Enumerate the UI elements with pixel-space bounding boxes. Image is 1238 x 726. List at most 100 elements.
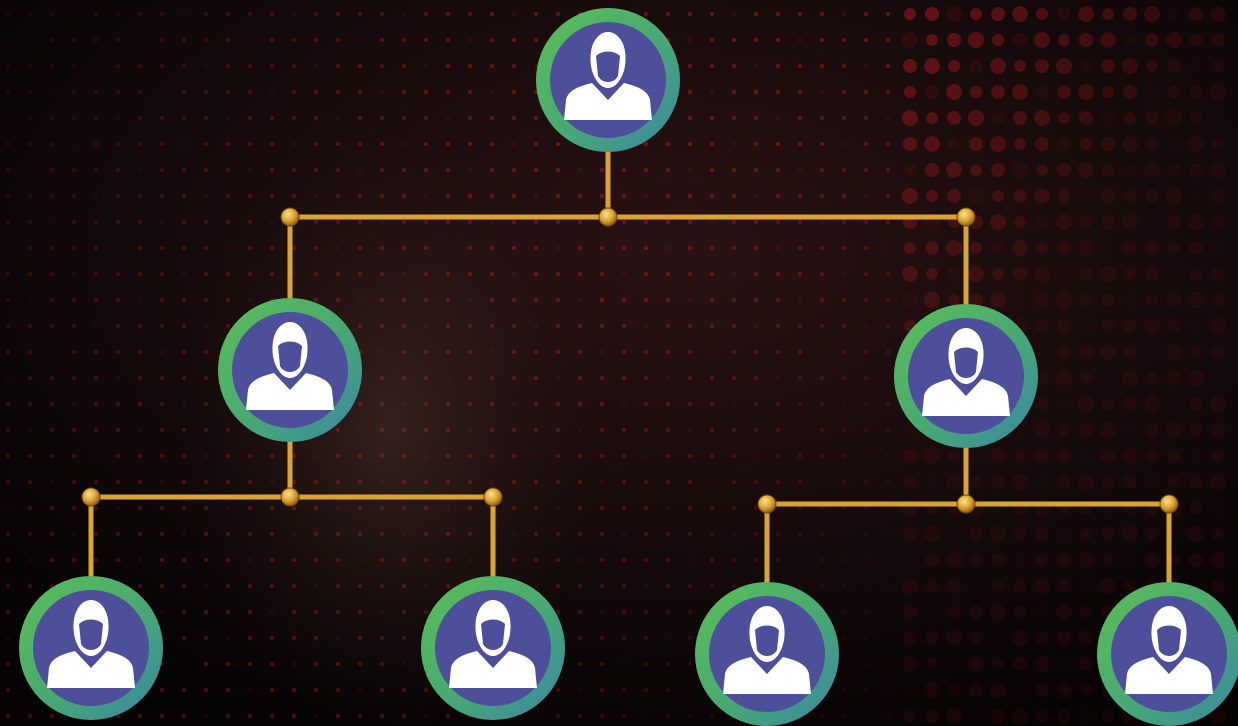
- led-dot: [247, 11, 253, 17]
- led-dot: [533, 115, 539, 121]
- led-dot: [687, 479, 693, 485]
- led-dot: [137, 141, 143, 147]
- led-dot: [313, 141, 319, 147]
- led-dot: [1123, 397, 1137, 411]
- led-dot: [731, 349, 737, 355]
- led-dot: [1211, 423, 1225, 437]
- led-dot: [423, 115, 429, 121]
- led-dot: [687, 11, 693, 17]
- led-dot: [27, 323, 33, 329]
- led-dot: [1211, 267, 1225, 281]
- led-dot: [269, 37, 275, 43]
- led-dot: [49, 349, 55, 355]
- led-dot: [902, 110, 918, 126]
- led-dot: [115, 479, 121, 485]
- led-dot: [467, 141, 473, 147]
- led-dot: [203, 193, 209, 199]
- led-dot: [511, 37, 517, 43]
- led-dot: [225, 167, 231, 173]
- led-dot: [885, 63, 891, 69]
- led-dot: [970, 554, 982, 566]
- led-dot: [643, 375, 649, 381]
- led-dot: [1189, 163, 1203, 177]
- led-dot: [533, 141, 539, 147]
- led-dot: [665, 479, 671, 485]
- led-dot: [159, 193, 165, 199]
- led-dot: [291, 115, 297, 121]
- led-dot: [643, 531, 649, 537]
- led-dot: [842, 532, 846, 536]
- led-dot: [1124, 346, 1136, 358]
- led-dot: [1210, 474, 1226, 490]
- led-dot: [886, 636, 890, 640]
- led-dot: [1056, 136, 1072, 152]
- led-dot: [49, 531, 55, 537]
- led-dot: [863, 427, 869, 433]
- led-dot: [1056, 58, 1072, 74]
- led-dot: [643, 609, 649, 615]
- led-dot: [665, 297, 671, 303]
- led-dot: [1014, 528, 1026, 540]
- led-dot: [863, 37, 869, 43]
- led-dot: [1122, 214, 1138, 230]
- led-dot: [313, 37, 319, 43]
- led-dot: [819, 401, 825, 407]
- led-dot: [313, 713, 319, 719]
- led-dot: [621, 297, 627, 303]
- led-dot: [269, 141, 275, 147]
- led-dot: [1013, 267, 1027, 281]
- led-dot: [621, 349, 627, 355]
- led-dot: [1211, 579, 1225, 593]
- led-dot: [709, 245, 715, 251]
- led-dot: [49, 557, 55, 563]
- led-dot: [313, 115, 319, 121]
- led-dot: [946, 474, 962, 490]
- led-dot: [797, 583, 803, 589]
- led-dot: [445, 37, 451, 43]
- led-dot: [225, 687, 231, 693]
- led-dot: [599, 193, 605, 199]
- led-dot: [1034, 266, 1050, 282]
- led-dot: [445, 63, 451, 69]
- led-dot: [137, 349, 143, 355]
- led-dot: [924, 604, 940, 620]
- led-dot: [1014, 138, 1026, 150]
- led-dot: [1034, 188, 1050, 204]
- led-dot: [991, 709, 1005, 723]
- led-dot: [1124, 424, 1136, 436]
- led-dot: [841, 167, 847, 173]
- led-dot: [687, 401, 693, 407]
- led-dot: [115, 167, 121, 173]
- led-dot: [203, 63, 209, 69]
- led-dot: [599, 349, 605, 355]
- led-dot: [269, 63, 275, 69]
- led-dot: [181, 219, 187, 225]
- led-dot: [203, 115, 209, 121]
- led-dot: [247, 713, 253, 719]
- led-dot: [863, 115, 869, 121]
- led-dot: [903, 137, 917, 151]
- led-dot: [1124, 34, 1136, 46]
- led-dot: [93, 375, 99, 381]
- led-dot: [1078, 630, 1094, 646]
- led-dot: [797, 323, 803, 329]
- led-dot: [401, 37, 407, 43]
- led-dot: [885, 323, 891, 329]
- led-dot: [115, 297, 121, 303]
- led-dot: [885, 375, 891, 381]
- led-dot: [71, 245, 77, 251]
- led-dot: [1212, 60, 1224, 72]
- led-dot: [379, 11, 385, 17]
- led-dot: [709, 141, 715, 147]
- led-dot: [1056, 526, 1072, 542]
- led-dot: [1166, 344, 1182, 360]
- led-dot: [533, 37, 539, 43]
- led-dot: [948, 60, 960, 72]
- led-dot: [1079, 345, 1093, 359]
- led-dot: [5, 115, 11, 121]
- led-dot: [269, 11, 275, 17]
- led-dot: [489, 141, 495, 147]
- led-dot: [643, 661, 649, 667]
- led-dot: [665, 609, 671, 615]
- led-dot: [621, 609, 627, 615]
